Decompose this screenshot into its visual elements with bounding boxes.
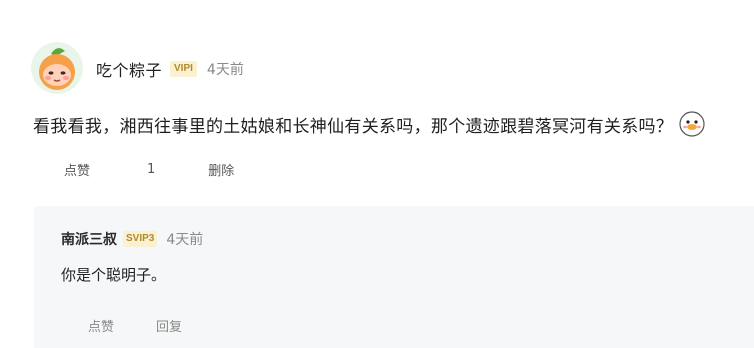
comment-text: 看我看我，湘西往事里的土姑娘和长神仙有关系吗，那个遗迹跟碧落冥河有关系吗？ [33, 116, 674, 137]
user-avatar[interactable] [31, 42, 83, 94]
reply-actions: 点赞 回复 [88, 316, 182, 335]
reply-button[interactable]: 回复 [156, 316, 182, 335]
reply-header: 南派三叔 SVIP3 4天前 [61, 228, 203, 250]
comment-card: 吃个粽子 VIPI 4天前 看我看我，湘西往事里的土姑娘和长神仙有关系吗，那个遗… [0, 0, 754, 348]
vip-badge: VIPI [170, 61, 197, 77]
svip-badge: SVIP3 [123, 231, 158, 247]
reply-username[interactable]: 南派三叔 [61, 229, 117, 249]
comment-username[interactable]: 吃个粽子 [96, 57, 162, 81]
like-count: 1 [147, 161, 156, 177]
reply-content: 你是个聪明子。 [61, 266, 167, 284]
comment-time: 4天前 [206, 62, 244, 78]
reply-container: 南派三叔 SVIP3 4天前 你是个聪明子。 点赞 回复 [34, 206, 754, 348]
goose-emoji-icon [679, 111, 705, 137]
delete-button[interactable]: 删除 [208, 160, 234, 179]
comment-actions: 点赞 1 删除 [64, 160, 234, 179]
comment-header: 吃个粽子 VIPI 4天前 [96, 58, 244, 80]
like-button[interactable]: 点赞 [64, 160, 90, 179]
reply-time: 4天前 [166, 232, 204, 248]
orange-face-avatar-icon [31, 42, 83, 94]
comment-content: 看我看我，湘西往事里的土姑娘和长神仙有关系吗，那个遗迹跟碧落冥河有关系吗？ [33, 111, 705, 137]
reply-like-button[interactable]: 点赞 [88, 316, 114, 335]
